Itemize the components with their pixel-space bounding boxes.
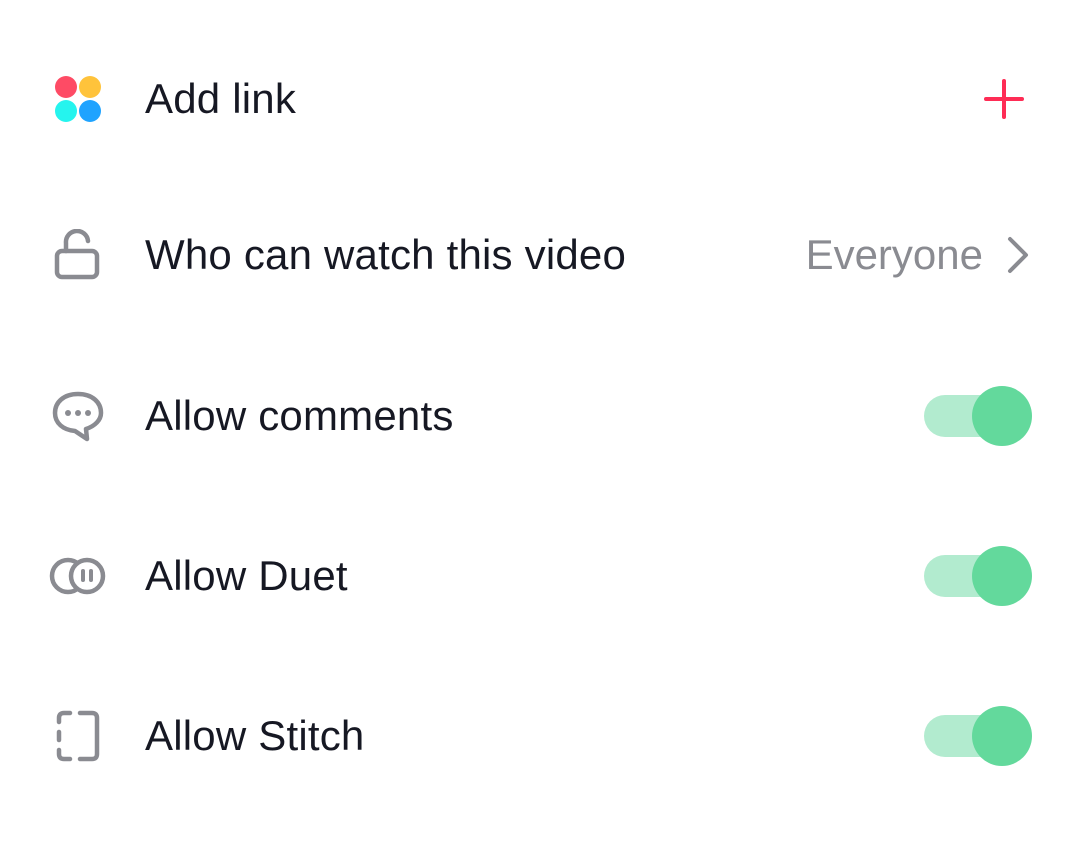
add-link-row[interactable]: Add link xyxy=(0,34,1080,164)
allow-duet-toggle[interactable] xyxy=(924,546,1032,606)
toggle-knob xyxy=(972,706,1032,766)
chevron-right-icon xyxy=(1004,235,1032,275)
allow-stitch-row: Allow Stitch xyxy=(0,671,1080,801)
comment-bubble-icon xyxy=(46,384,110,448)
allow-duet-label: Allow Duet xyxy=(145,552,348,599)
plus-icon[interactable] xyxy=(984,79,1024,119)
four-dots-icon xyxy=(46,67,110,131)
add-link-label: Add link xyxy=(145,75,297,122)
unlock-icon xyxy=(46,223,110,287)
privacy-value: Everyone xyxy=(805,231,983,278)
allow-duet-row: Allow Duet xyxy=(0,511,1080,641)
toggle-knob xyxy=(972,386,1032,446)
allow-comments-row: Allow comments xyxy=(0,351,1080,481)
allow-comments-toggle[interactable] xyxy=(924,386,1032,446)
toggle-knob xyxy=(972,546,1032,606)
allow-stitch-label: Allow Stitch xyxy=(145,712,365,759)
who-can-watch-row[interactable]: Who can watch this video Everyone xyxy=(0,190,1080,320)
allow-comments-label: Allow comments xyxy=(145,392,454,439)
stitch-icon xyxy=(46,704,110,768)
allow-stitch-toggle[interactable] xyxy=(924,706,1032,766)
who-can-watch-label: Who can watch this video xyxy=(145,231,627,278)
duet-icon xyxy=(46,544,110,608)
